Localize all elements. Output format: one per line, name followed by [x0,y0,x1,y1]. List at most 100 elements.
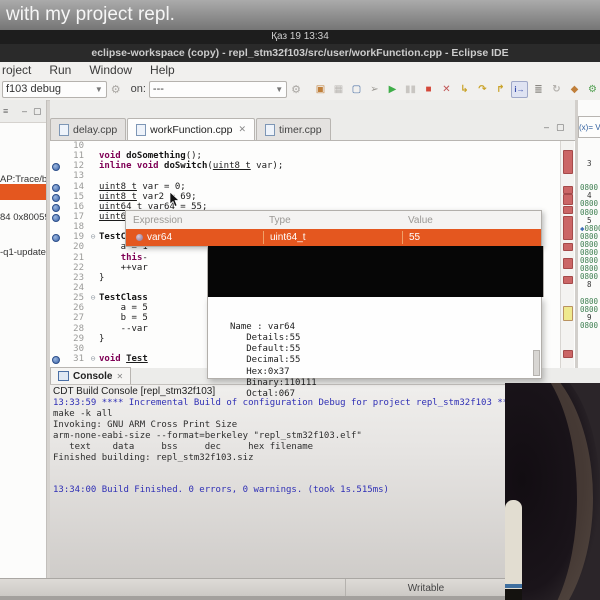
scrollbar[interactable] [533,350,540,376]
detail-line: Details:55 [230,332,301,343]
step-into-icon[interactable]: ↳ [457,82,472,97]
annotation-marker[interactable] [563,276,573,284]
tab-label: delay.cpp [73,123,118,136]
expression-row-var64[interactable]: var64 uint64_t 55 [126,229,541,246]
breakpoint-margin[interactable] [50,242,62,252]
breakpoint-margin[interactable] [50,334,62,344]
menu-item-help[interactable]: Help [150,63,175,77]
instruction-stepping-icon[interactable]: i→ [511,80,528,98]
trace-icon[interactable]: ◆ [567,82,582,97]
target-combo[interactable]: --- ▼ [148,80,288,98]
fold-margin [87,324,99,334]
menu-item-run[interactable]: Run [49,63,71,77]
terminate-icon[interactable]: ■ [421,82,436,97]
breakpoint-icon[interactable] [50,202,62,212]
code-text: inline void doSwitch(uint8_t var); [99,161,284,172]
detail-line: Decimal:55 [230,355,301,366]
close-icon[interactable]: ✕ [238,124,246,135]
step-return-icon[interactable]: ↱ [493,82,508,97]
minimize-icon[interactable]: – [22,106,27,116]
line-number: 23 [73,272,84,283]
fold-collapse-icon[interactable]: ⊖ [87,232,99,242]
expression-detail-editor[interactable] [207,246,544,297]
close-icon[interactable]: ✕ [116,372,123,381]
console-line: 13:34:00 Build Finished. 0 errors, 0 war… [53,485,389,496]
tab-variables[interactable]: (x)= V [578,116,600,138]
target-gear-icon[interactable]: ⚙ [291,83,301,96]
console-line: text data bss dec hex filename [53,441,314,452]
launch-gear-icon[interactable]: ⚙ [111,83,121,96]
debug-row[interactable]: 84 0x8005930 [0,211,46,224]
view-menu-icon[interactable]: ≣ [531,82,546,97]
line-number: 18 [73,222,84,233]
annotation-marker[interactable] [563,186,573,194]
writable-status: Writable [345,579,507,597]
code-line: 14 uint8_t var = 0; [50,182,575,192]
breakpoint-icon[interactable] [50,232,62,243]
step-over-icon[interactable]: ↷ [475,82,490,97]
menu-item-window[interactable]: Window [89,63,132,77]
breakpoint-margin[interactable] [50,253,62,263]
breakpoint-margin[interactable] [50,222,62,232]
resume-icon[interactable]: ▶ [385,82,400,97]
target-value: --- [152,83,164,95]
breakpoint-icon[interactable] [50,192,62,202]
tab-timer-cpp[interactable]: timer.cpp [256,118,331,140]
caption-text: with my project repl. [6,4,175,25]
minimize-icon[interactable]: – [544,122,549,132]
breakpoint-icon[interactable] [50,182,62,192]
breakpoint-margin[interactable] [50,151,62,161]
annotation-marker[interactable] [563,350,573,358]
line-number: 31 [73,353,84,364]
line-number: 27 [73,313,84,324]
annotation-marker[interactable] [563,306,573,321]
debug-row[interactable]: -q1-update/t [0,246,46,259]
breakpoint-margin[interactable] [50,344,62,354]
console-display-icon[interactable]: ▢ [349,82,364,97]
restart-icon[interactable]: ↻ [549,82,564,97]
breakpoint-margin[interactable] [50,171,62,181]
annotation-marker[interactable] [563,216,573,240]
menu-item-roject[interactable]: roject [2,63,31,77]
fold-collapse-icon[interactable]: ⊖ [87,354,99,364]
annotation-marker[interactable] [563,150,573,174]
code-line: 13 [50,171,575,181]
annotation-marker[interactable] [563,194,573,205]
fold-margin [87,242,99,252]
webcam-overlay [505,383,600,600]
save-icon[interactable]: ▦ [331,82,346,97]
breakpoint-margin[interactable] [50,283,62,293]
tab-workFunction-cpp[interactable]: workFunction.cpp ✕ [127,118,256,140]
pin-arrow-icon[interactable]: ➢ [367,82,382,97]
annotation-marker[interactable] [563,258,573,269]
fold-margin [87,141,99,151]
new-launch-icon[interactable]: ▣ [313,82,328,97]
suspend-icon[interactable]: ▮▮ [403,82,418,97]
settings-gear-icon[interactable]: ⚙ [585,82,600,97]
annotation-marker[interactable] [563,206,573,214]
tab-delay-cpp[interactable]: delay.cpp [50,118,127,140]
breakpoint-margin[interactable] [50,141,62,151]
fold-margin [87,192,99,202]
maximize-icon[interactable]: ▢ [556,122,565,133]
breakpoint-margin[interactable] [50,263,62,273]
breakpoint-margin[interactable] [50,324,62,334]
breakpoint-margin[interactable] [50,303,62,313]
launch-config-combo[interactable]: f103 debug ▼ [2,80,107,98]
breakpoint-margin[interactable] [50,273,62,283]
annotation-marker[interactable] [563,243,573,251]
disconnect-icon[interactable]: ✕ [439,82,454,97]
breakpoint-icon[interactable] [50,212,62,222]
tab-console[interactable]: Console ✕ [50,367,132,384]
fold-margin [87,151,99,161]
debug-row-selected[interactable] [0,184,46,200]
overview-ruler[interactable] [560,141,574,368]
maximize-icon[interactable]: ▢ [33,106,42,117]
breakpoint-icon[interactable] [50,161,62,172]
breakpoint-margin[interactable] [50,313,62,323]
breakpoint-icon[interactable] [50,354,62,364]
breakpoint-margin[interactable] [50,293,62,303]
fold-collapse-icon[interactable]: ⊖ [87,293,99,303]
view-menu-icon[interactable]: ≡ [3,106,8,116]
debug-view-header: ≡ – ▢ [0,100,46,123]
